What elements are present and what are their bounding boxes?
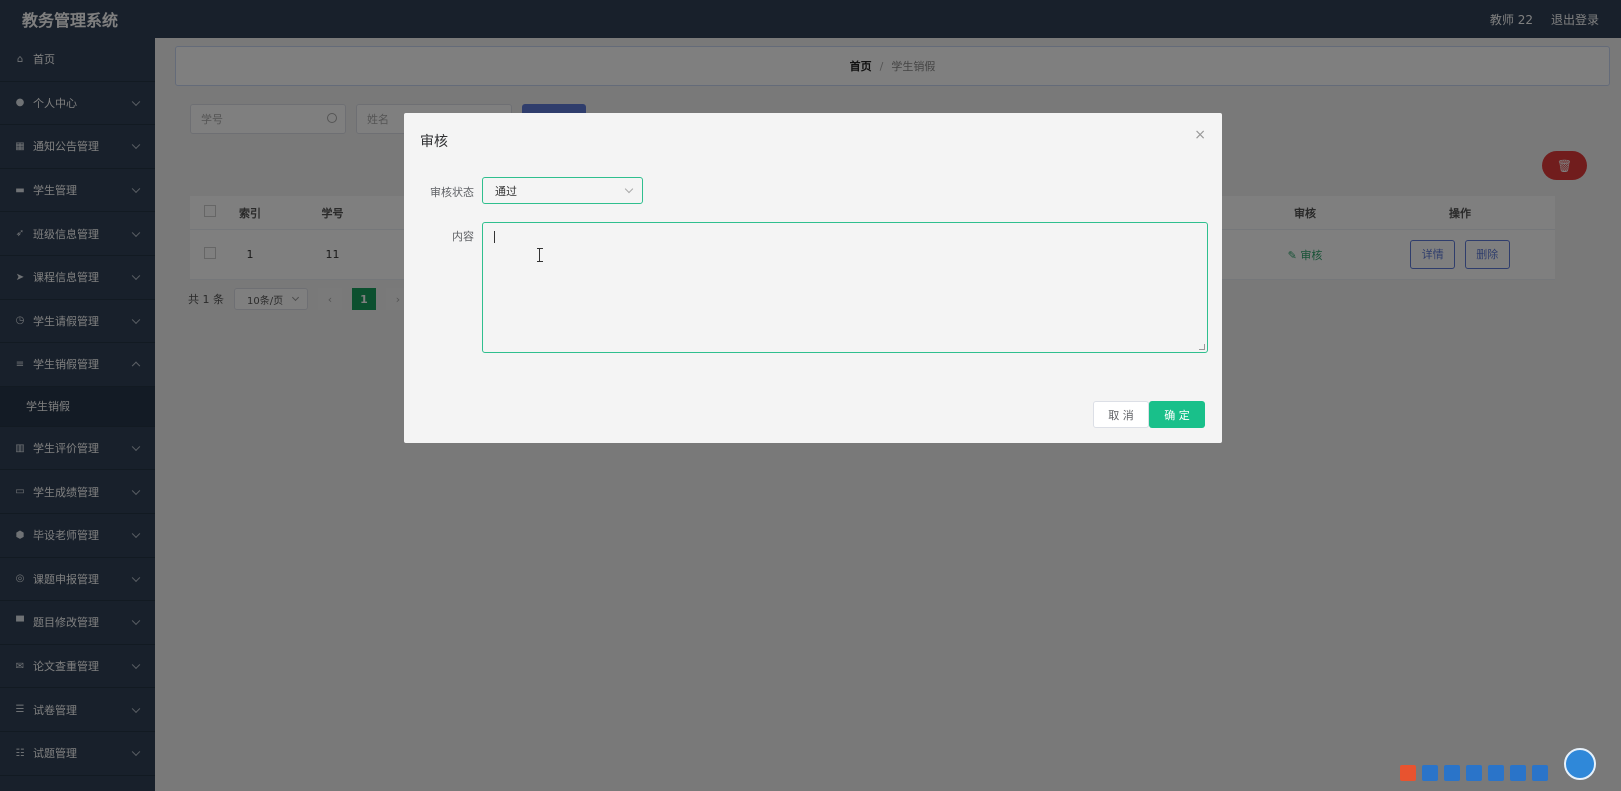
ime-emoji-icon[interactable]: [1466, 765, 1482, 781]
ime-logo-icon[interactable]: [1400, 765, 1416, 781]
dialog-title: 审核: [420, 134, 448, 150]
content-label: 内容: [452, 230, 474, 243]
ime-keyboard-icon[interactable]: [1510, 765, 1526, 781]
confirm-button[interactable]: 确 定: [1149, 401, 1205, 428]
text-cursor-icon: [537, 248, 543, 262]
resize-handle[interactable]: [1199, 344, 1205, 350]
cancel-button[interactable]: 取 消: [1093, 401, 1149, 428]
chevron-down-icon: [624, 184, 634, 194]
ime-language-icon[interactable]: [1422, 765, 1438, 781]
audit-dialog: 审核 × 审核状态 通过 内容 取 消 确 定: [404, 113, 1222, 443]
assistant-globe-icon[interactable]: [1564, 748, 1596, 780]
status-label: 审核状态: [430, 186, 474, 199]
status-select-value: 通过: [495, 184, 517, 198]
ime-punctuation-icon[interactable]: [1444, 765, 1460, 781]
text-caret: [494, 231, 495, 243]
close-icon[interactable]: ×: [1194, 127, 1206, 143]
ime-toolbar: [1400, 748, 1600, 786]
ime-voice-icon[interactable]: [1488, 765, 1504, 781]
ime-tools-icon[interactable]: [1532, 765, 1548, 781]
content-textarea[interactable]: [482, 222, 1208, 353]
status-select[interactable]: 通过: [482, 177, 643, 204]
